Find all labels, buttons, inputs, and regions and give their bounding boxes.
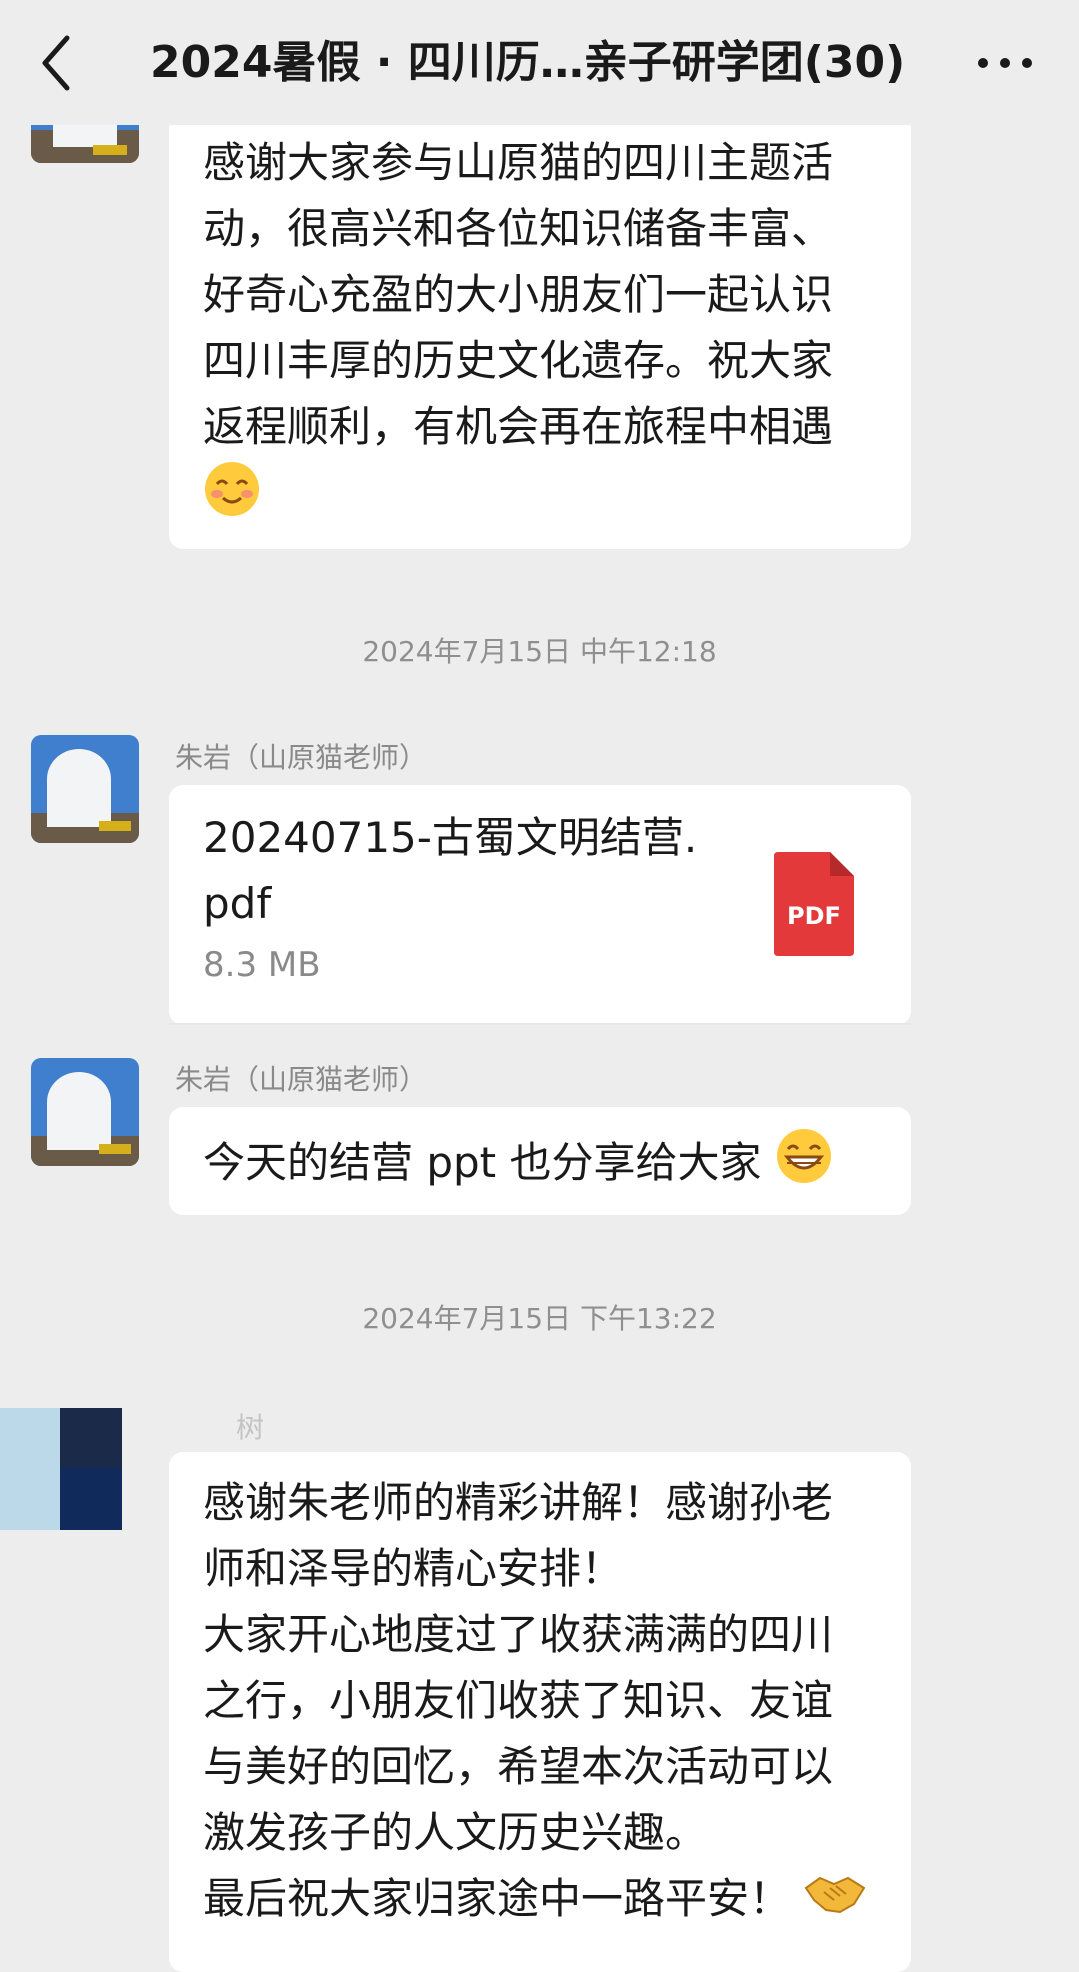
pdf-badge-label: PDF <box>787 902 841 930</box>
smile-emoji-icon <box>203 460 261 537</box>
message-line: 好奇心充盈的大小朋友们一起认识 <box>203 270 834 319</box>
sender-name: 树 <box>236 1411 265 1444</box>
back-arrow-icon[interactable] <box>35 30 79 96</box>
pdf-file-icon: PDF <box>774 852 854 956</box>
message-bubble[interactable]: 感谢朱老师的精彩讲解！感谢孙老 师和泽导的精心安排！ 大家开心地度过了收获满满的… <box>169 1452 911 1972</box>
timestamp: 2024年7月15日 中午12:18 <box>362 635 717 668</box>
message-line: 感谢朱老师的精彩讲解！感谢孙老 <box>203 1478 834 1527</box>
chat-title: 2024暑假 · 四川历…亲子研学团(30) <box>150 37 906 88</box>
message-line: 大家开心地度过了收获满满的四川 <box>203 1610 834 1659</box>
message-line: 返程顺利，有机会再在旅程中相遇 <box>203 402 834 451</box>
file-message-bubble[interactable]: 20240715-古蜀文明结营. pdf 8.3 MB PDF <box>169 785 911 1025</box>
message-line: 最后祝大家归家途中一路平安！ <box>203 1874 792 1923</box>
message-line: 之行，小朋友们收获了知识、友谊 <box>203 1676 834 1725</box>
handshake-emoji-icon <box>804 1869 866 1935</box>
message-line: 动，很高兴和各位知识储备丰富、 <box>203 204 834 253</box>
message-line: 感谢大家参与山原猫的四川主题活 <box>203 138 834 187</box>
chat-header: 2024暑假 · 四川历…亲子研学团(30) <box>0 0 1079 125</box>
sender-name: 朱岩（山原猫老师） <box>175 741 428 774</box>
avatar[interactable] <box>31 1058 139 1166</box>
file-size: 8.3 MB <box>203 945 321 985</box>
message-text: 今天的结营 ppt 也分享给大家 <box>203 1138 762 1187</box>
file-name: 20240715-古蜀文明结营. <box>203 813 698 862</box>
timestamp: 2024年7月15日 下午13:22 <box>362 1302 717 1335</box>
message-line: 与美好的回忆，希望本次活动可以 <box>203 1742 834 1791</box>
avatar[interactable] <box>0 1408 122 1530</box>
more-options-icon[interactable] <box>975 30 1035 96</box>
grin-emoji-icon <box>775 1127 833 1204</box>
avatar[interactable] <box>31 735 139 843</box>
message-line: 四川丰厚的历史文化遗存。祝大家 <box>203 336 834 385</box>
divider <box>169 1023 911 1025</box>
message-line: 师和泽导的精心安排！ <box>203 1544 624 1593</box>
message-bubble[interactable]: 今天的结营 ppt 也分享给大家 <box>169 1107 911 1215</box>
sender-name: 朱岩（山原猫老师） <box>175 1063 428 1096</box>
message-line: 激发孩子的人文历史兴趣。 <box>203 1808 708 1857</box>
message-bubble[interactable]: 感谢大家参与山原猫的四川主题活 动，很高兴和各位知识储备丰富、 好奇心充盈的大小… <box>169 115 911 549</box>
file-name: pdf <box>203 879 272 928</box>
